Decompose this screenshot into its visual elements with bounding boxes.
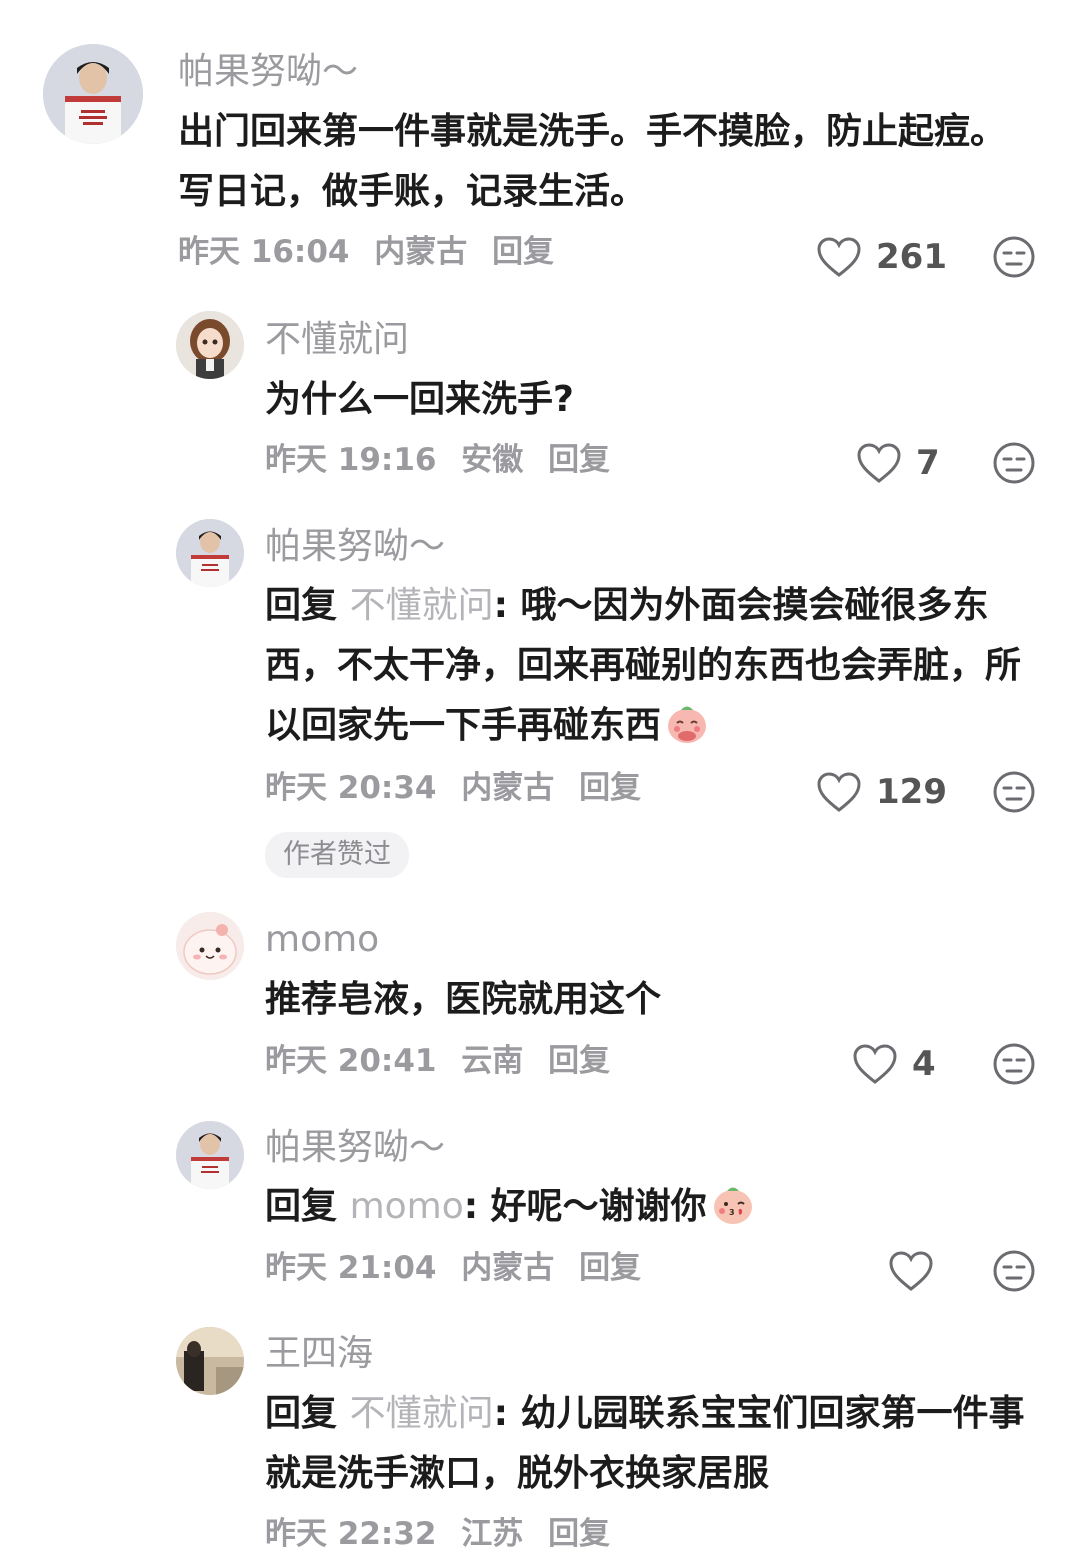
meh-face-icon[interactable] xyxy=(992,1042,1036,1086)
like-count: 4 xyxy=(912,1044,936,1084)
comment-time: 昨天 21:04 xyxy=(265,1250,437,1286)
comment-time: 昨天 22:32 xyxy=(265,1516,437,1552)
comment-location: 内蒙古 xyxy=(374,234,468,270)
comment-meta: 昨天 19:16 安徽 回复 xyxy=(265,440,610,480)
comment-text: 推荐皂液，医院就用这个 xyxy=(265,979,662,1020)
avatar-image xyxy=(176,912,244,980)
comment-text: 为什么一回来洗手? xyxy=(265,379,574,420)
author-liked-badge: 作者赞过 xyxy=(265,832,409,878)
meh-face-icon[interactable] xyxy=(992,441,1036,485)
mention-link[interactable]: momo xyxy=(350,1186,464,1227)
username[interactable]: momo xyxy=(265,918,379,962)
heart-outline-icon xyxy=(853,1044,897,1084)
heart-outline-icon xyxy=(889,1251,933,1291)
reply-prefix: 回复 xyxy=(265,1186,338,1227)
reply-button[interactable]: 回复 xyxy=(548,442,610,478)
comment-location: 内蒙古 xyxy=(461,770,555,806)
reply-button[interactable]: 回复 xyxy=(492,234,554,270)
comment-time: 昨天 20:34 xyxy=(265,770,437,806)
mention-link[interactable]: 不懂就问 xyxy=(350,585,494,626)
reply-prefix: 回复 xyxy=(265,1393,338,1434)
mention-link[interactable]: 不懂就问 xyxy=(350,1393,494,1434)
reply-button[interactable]: 回复 xyxy=(579,1250,641,1286)
reply-button[interactable]: 回复 xyxy=(579,770,641,806)
comment-location: 内蒙古 xyxy=(461,1250,555,1286)
reply-text: : 好呢～谢谢你 xyxy=(463,1186,707,1227)
like-count: 7 xyxy=(916,443,940,483)
comment-location: 江苏 xyxy=(461,1516,524,1552)
avatar[interactable] xyxy=(176,1121,244,1189)
comment-time: 昨天 20:41 xyxy=(265,1043,437,1079)
like-button[interactable]: 4 xyxy=(852,1039,952,1089)
heart-outline-icon xyxy=(857,443,901,483)
comment-text: 出门回来第一件事就是洗手。手不摸脸，防止起痘。写日记，做手账，记录生活。 xyxy=(178,111,1007,212)
peach-shy-face-icon xyxy=(668,706,707,743)
username[interactable]: 帕果努呦～ xyxy=(265,525,445,569)
reply-prefix: 回复 xyxy=(265,585,338,626)
meh-face-icon[interactable] xyxy=(992,235,1036,279)
comment-text: 回复 momo: 好呢～谢谢你 3 xyxy=(265,1177,1025,1237)
like-count: 129 xyxy=(876,772,947,812)
comment-meta: 昨天 22:32 江苏 回复 xyxy=(265,1514,610,1554)
svg-text:3: 3 xyxy=(729,1208,735,1217)
comment-time: 昨天 19:16 xyxy=(265,442,437,478)
username[interactable]: 不懂就问 xyxy=(265,318,409,362)
avatar-image xyxy=(176,519,244,587)
comment-text: 回复 不懂就问: 幼儿园联系宝宝们回家第一件事就是洗手漱口，脱外衣换家居服 xyxy=(265,1384,1025,1504)
like-button[interactable]: 261 xyxy=(816,232,947,282)
comment-location: 云南 xyxy=(461,1043,524,1079)
avatar[interactable] xyxy=(176,311,244,379)
reply-button[interactable]: 回复 xyxy=(548,1043,610,1079)
meh-face-icon[interactable] xyxy=(992,770,1036,814)
username[interactable]: 帕果努呦～ xyxy=(265,1126,445,1170)
peach-kiss-face-icon: 3 xyxy=(713,1187,752,1224)
heart-outline-icon xyxy=(817,772,861,812)
avatar-image xyxy=(176,1121,244,1189)
comment-location: 安徽 xyxy=(461,442,524,478)
heart-outline-icon xyxy=(817,237,861,277)
comment-time: 昨天 16:04 xyxy=(178,234,350,270)
comment-meta: 昨天 20:41 云南 回复 xyxy=(265,1041,610,1081)
avatar[interactable] xyxy=(43,44,143,144)
avatar-image xyxy=(176,1327,244,1395)
comment-meta: 昨天 20:34 内蒙古 回复 xyxy=(265,768,641,808)
like-button[interactable]: 7 xyxy=(856,438,956,488)
comment-text: 回复 不懂就问: 哦～因为外面会摸会碰很多东西，不太干净，回来再碰别的东西也会弄… xyxy=(265,576,1025,756)
like-count: 261 xyxy=(876,237,947,277)
username[interactable]: 王四海 xyxy=(265,1332,373,1376)
comment-meta: 昨天 21:04 内蒙古 回复 xyxy=(265,1248,641,1288)
like-button[interactable] xyxy=(888,1246,934,1296)
avatar-image xyxy=(43,44,143,144)
username[interactable]: 帕果努呦～ xyxy=(178,50,358,94)
avatar[interactable] xyxy=(176,1327,244,1395)
reply-button[interactable]: 回复 xyxy=(548,1516,610,1552)
avatar[interactable] xyxy=(176,912,244,980)
avatar-image xyxy=(176,311,244,379)
like-button[interactable]: 129 xyxy=(816,767,947,817)
meh-face-icon[interactable] xyxy=(992,1249,1036,1293)
comment-meta: 昨天 16:04 内蒙古 回复 xyxy=(178,232,554,272)
avatar[interactable] xyxy=(176,519,244,587)
